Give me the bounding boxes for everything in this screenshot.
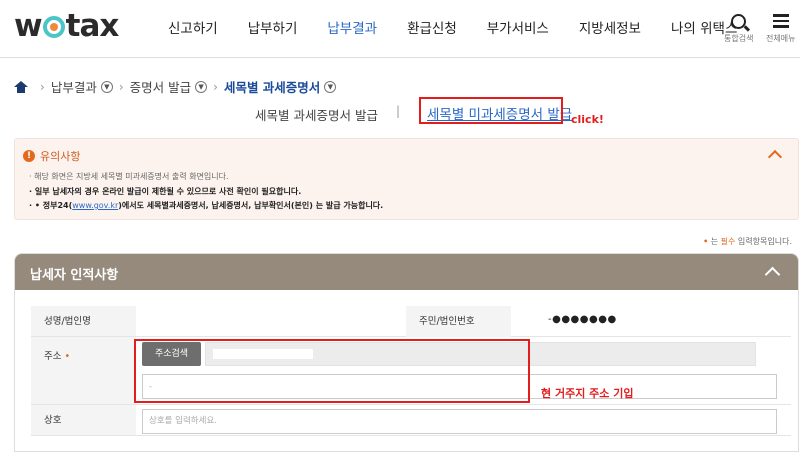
tab-tax-certificate[interactable]: 세목별 과세증명서 발급 — [255, 105, 378, 124]
address-annotation: 현 거주지 주소 기입 — [541, 387, 634, 400]
id-value: -●●●●●●● — [548, 314, 617, 325]
highlight-box — [419, 97, 563, 124]
form-row-trade-name: 상호 상호를 입력하세요. — [31, 405, 791, 436]
chevron-down-icon[interactable]: ▼ — [100, 80, 113, 93]
breadcrumb-item-current[interactable]: 세목별 과세증명서 — [224, 77, 320, 96]
trade-name-label: 상호 — [31, 405, 136, 435]
nav-pay[interactable]: 납부하기 — [248, 0, 298, 58]
logo-mark-icon — [42, 16, 65, 38]
notice-box: ! 유의사항 · 해당 화면은 지방세 세목별 미과세증명서 출력 화면입니다.… — [14, 138, 799, 220]
breadcrumb-item-pay-result[interactable]: 납부결과 — [51, 77, 97, 96]
id-label: 주민/법인번호 — [406, 306, 511, 337]
all-menu-label: 전체메뉴 — [766, 34, 796, 43]
notice-title-text: 유의사항 — [40, 150, 81, 163]
chevron-up-icon[interactable] — [767, 149, 783, 165]
trade-name-input[interactable]: 상호를 입력하세요. — [142, 409, 777, 434]
breadcrumb-separator: › — [40, 79, 45, 94]
breadcrumb-separator: › — [213, 79, 218, 94]
required-note: • 는 필수 입력항목입니다. — [703, 237, 792, 246]
wetax-logo[interactable]: w tax — [14, 8, 119, 44]
name-label: 성명/법인명 — [31, 306, 136, 336]
gov-link[interactable]: www.gov.kr — [72, 201, 118, 210]
search-label: 통합검색 — [724, 34, 754, 43]
notice-item: · • 정부24(www.gov.kr)에서도 세목별과세증명서, 납세증명서,… — [29, 201, 384, 210]
hamburger-menu-icon — [772, 14, 789, 28]
tab-separator: | — [396, 104, 401, 118]
nav-refund[interactable]: 환급신청 — [407, 0, 457, 58]
chevron-down-icon[interactable]: ▼ — [324, 80, 337, 93]
chevron-down-icon[interactable]: ▼ — [195, 80, 208, 93]
chevron-up-icon[interactable] — [764, 266, 781, 283]
breadcrumb-item-certificate[interactable]: 증명서 발급 — [130, 77, 191, 96]
notice-title[interactable]: ! 유의사항 — [23, 148, 80, 164]
main-nav: 신고하기 납부하기 납부결과 환급신청 부가서비스 지방세정보 나의 위택스 — [168, 0, 767, 58]
all-menu-button[interactable]: 전체메뉴 — [766, 10, 795, 44]
nav-local-tax-info[interactable]: 지방세정보 — [579, 0, 641, 58]
notice-item: · 일부 납세자의 경우 온라인 발급이 제한될 수 있으므로 사전 확인이 필… — [29, 186, 302, 196]
form-row-name: 성명/법인명 주민/법인번호 -●●●●●●● — [31, 306, 791, 337]
breadcrumb: › 납부결과 ▼ › 증명서 발급 ▼ › 세목별 과세증명서 ▼ — [14, 77, 337, 96]
search-button[interactable]: 통합검색 — [724, 10, 753, 44]
notice-item: · 해당 화면은 지방세 세목별 미과세증명서 출력 화면입니다. — [29, 172, 229, 181]
warning-icon: ! — [23, 150, 35, 162]
click-annotation: click! — [571, 113, 604, 126]
site-header: w tax 신고하기 납부하기 납부결과 환급신청 부가서비스 지방세정보 나의 … — [0, 0, 800, 58]
home-icon[interactable] — [14, 80, 28, 93]
nav-pay-result[interactable]: 납부결과 — [327, 0, 377, 58]
address-label: 주소 • — [31, 337, 136, 404]
breadcrumb-separator: › — [118, 79, 124, 94]
panel-title: 납세자 인적사항 — [30, 268, 119, 283]
search-icon — [731, 13, 747, 29]
address-highlight-box — [134, 339, 530, 403]
notice-list: · 해당 화면은 지방세 세목별 미과세증명서 출력 화면입니다. · 일부 납… — [29, 170, 383, 214]
nav-report[interactable]: 신고하기 — [168, 0, 218, 58]
nav-extra-services[interactable]: 부가서비스 — [487, 0, 549, 58]
panel-header[interactable]: 납세자 인적사항 — [15, 254, 798, 290]
